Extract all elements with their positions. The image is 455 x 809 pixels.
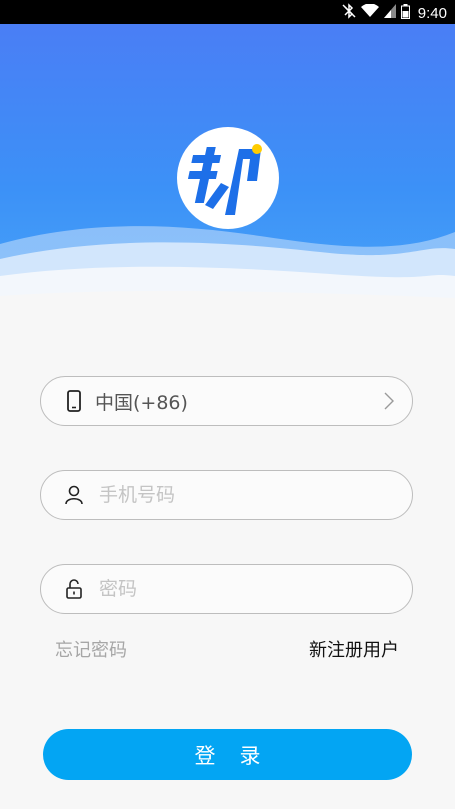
country-code-selector[interactable]: 中国(+86)	[40, 376, 413, 426]
status-time: 9:40	[417, 4, 447, 22]
country-code-value: 中国(+86)	[95, 391, 188, 414]
phone-number-field[interactable]	[40, 470, 413, 520]
password-input[interactable]	[99, 578, 412, 600]
signal-icon	[383, 4, 396, 22]
bluetooth-muted-icon	[342, 3, 356, 23]
status-icons: 9:40	[342, 3, 447, 23]
password-field[interactable]	[40, 564, 413, 614]
status-bar: 9:40	[0, 0, 455, 24]
wifi-icon	[360, 3, 379, 22]
cloud-waves	[0, 226, 455, 324]
register-link[interactable]: 新注册用户	[309, 636, 399, 662]
user-icon	[63, 484, 85, 506]
chevron-right-icon	[384, 392, 394, 414]
login-button[interactable]: 登录	[43, 729, 412, 780]
phone-icon	[63, 390, 85, 412]
lock-icon	[63, 578, 85, 600]
forgot-password-link[interactable]: 忘记密码	[55, 636, 127, 662]
bang-logo-icon	[187, 144, 262, 215]
battery-icon	[400, 3, 410, 23]
hero-header	[0, 24, 455, 324]
phone-number-input[interactable]	[99, 484, 412, 506]
app-logo	[177, 127, 279, 229]
